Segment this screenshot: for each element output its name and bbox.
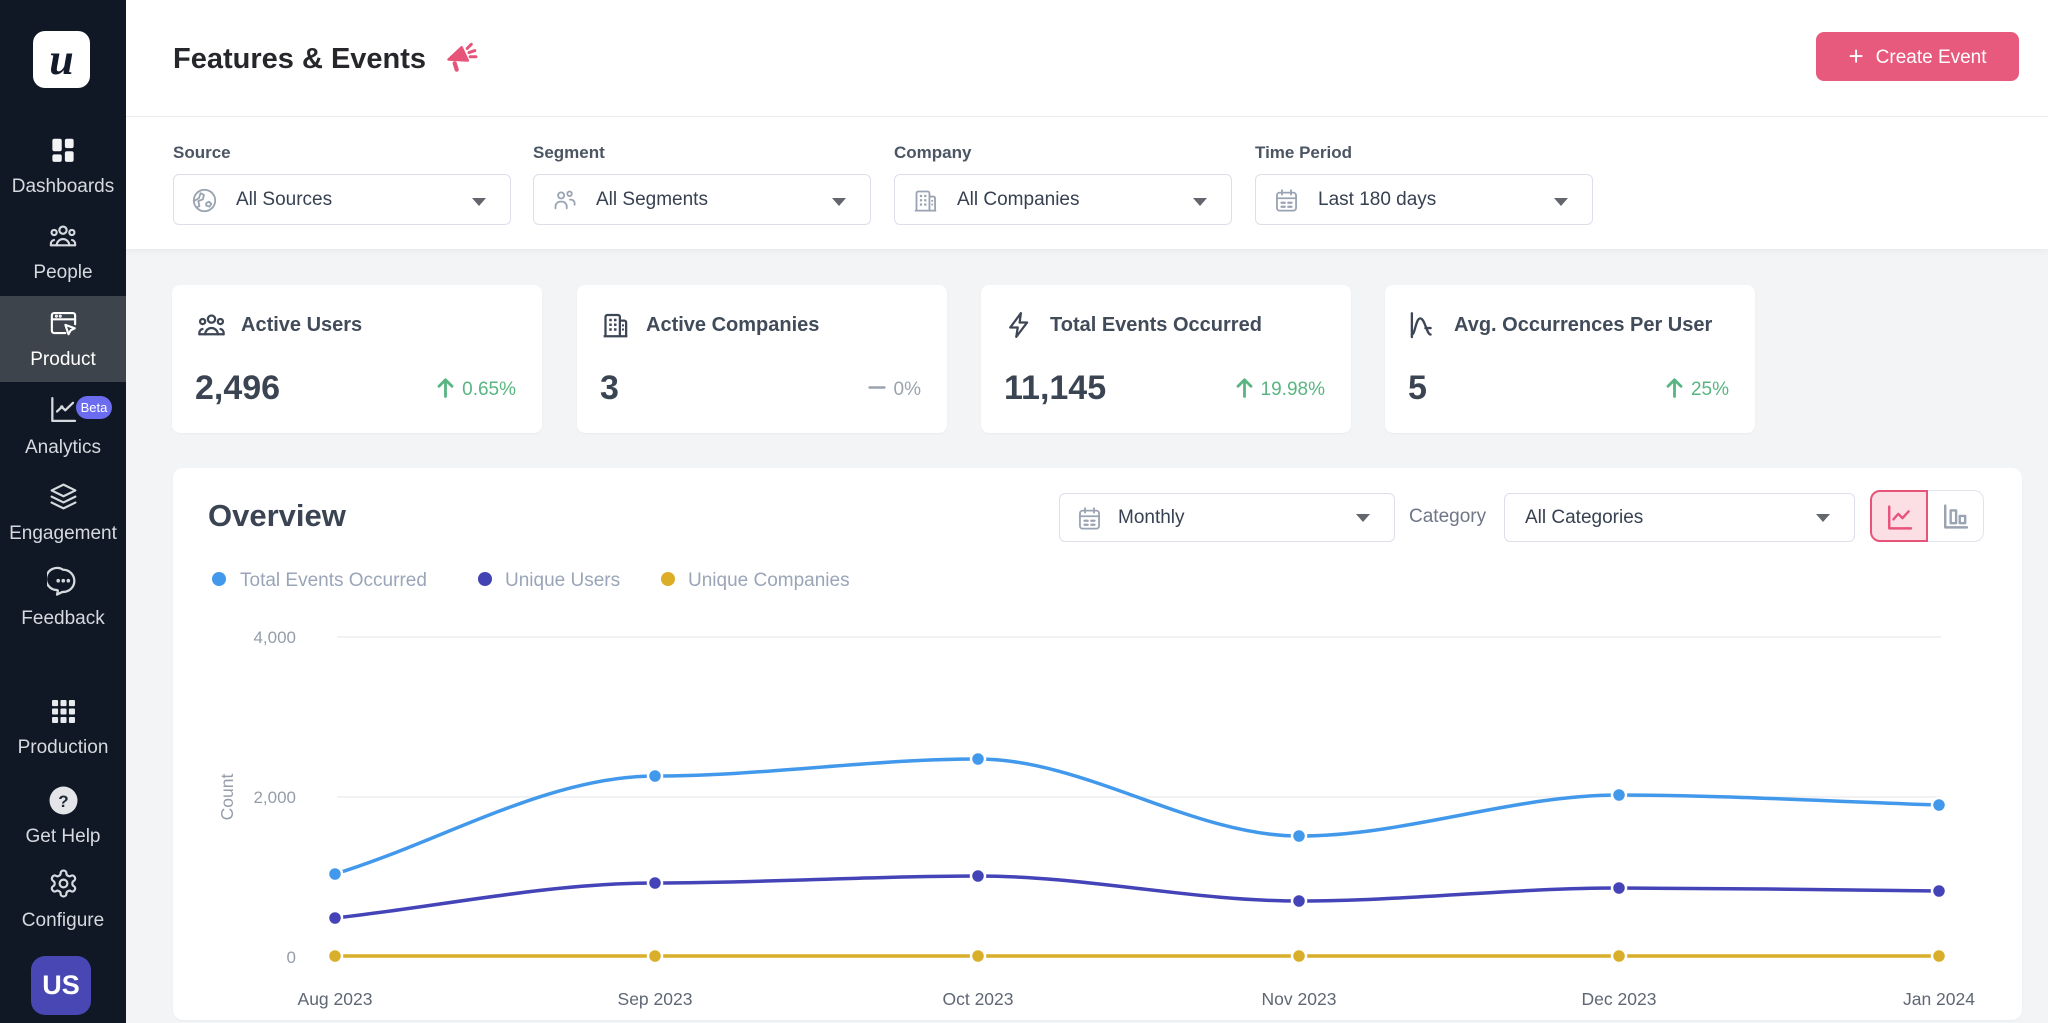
svg-text:0: 0 — [287, 948, 296, 967]
svg-text:4,000: 4,000 — [253, 628, 296, 647]
svg-text:?: ? — [58, 792, 68, 811]
svg-text:2,000: 2,000 — [253, 788, 296, 807]
svg-text:Nov 2023: Nov 2023 — [1262, 989, 1337, 1009]
svg-text:Dec 2023: Dec 2023 — [1582, 989, 1657, 1009]
svg-text:Count: Count — [217, 774, 237, 821]
svg-text:Jan 2024: Jan 2024 — [1903, 989, 1975, 1009]
svg-text:Oct 2023: Oct 2023 — [942, 989, 1013, 1009]
svg-text:Sep 2023: Sep 2023 — [618, 989, 693, 1009]
svg-text:Aug 2023: Aug 2023 — [298, 989, 373, 1009]
